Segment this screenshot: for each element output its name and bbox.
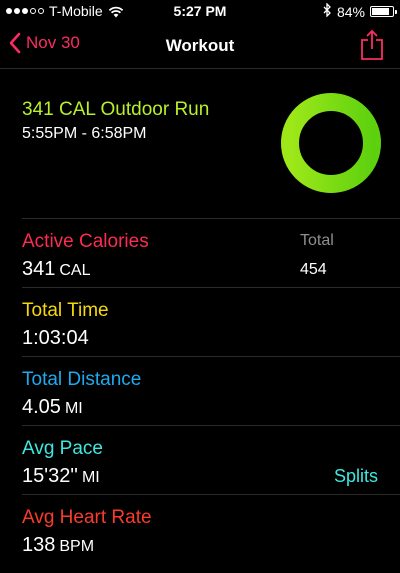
avg-heart-rate-unit: BPM [59, 538, 95, 555]
active-calories-unit: CAL [59, 262, 91, 279]
avg-pace-value: 15'32'' MI [22, 465, 100, 488]
bluetooth-icon [323, 2, 332, 20]
metric-row-avg-heart-rate: Avg Heart Rate 138 BPM [22, 494, 400, 564]
avg-heart-rate-number: 138 [22, 534, 56, 556]
total-distance-unit: MI [64, 400, 83, 417]
share-icon [361, 29, 383, 60]
workout-summary: 341 CAL Outdoor Run 5:55PM - 6:58PM [0, 69, 400, 217]
active-calories-label: Active Calories [22, 231, 149, 252]
total-time-value: 1:03:04 [22, 327, 89, 349]
battery-icon [370, 6, 397, 17]
page-title: Workout [165, 36, 235, 55]
total-distance-number: 4.05 [22, 396, 61, 418]
active-calories-number: 341 [22, 258, 56, 280]
battery-fill [372, 8, 389, 15]
activity-ring-progress [281, 93, 381, 193]
battery-percent: 84% [336, 3, 365, 20]
active-calories-value: 341 CAL [22, 258, 91, 281]
metric-row-total-distance: Total Distance 4.05 MI [22, 356, 400, 426]
workout-title: 341 CAL Outdoor Run [22, 99, 210, 120]
avg-heart-rate-value: 138 BPM [22, 534, 94, 557]
status-bar-right: 84% [323, 2, 397, 20]
avg-heart-rate-label: Avg Heart Rate [22, 507, 152, 528]
metric-row-avg-pace: Avg Pace 15'32'' MI Splits [22, 425, 400, 495]
avg-pace-label: Avg Pace [22, 438, 103, 459]
workout-time-range: 5:55PM - 6:58PM [22, 125, 147, 142]
splits-button[interactable]: Splits [334, 466, 378, 487]
metric-row-active-calories: Active Calories 341 CAL Total 454 [22, 218, 400, 288]
total-distance-label: Total Distance [22, 369, 142, 390]
metric-row-total-time: Total Time 1:03:04 [22, 287, 400, 357]
total-distance-value: 4.05 MI [22, 396, 83, 419]
avg-pace-unit: MI [81, 469, 100, 486]
total-calories-label: Total [300, 232, 334, 249]
share-button[interactable] [360, 29, 384, 61]
activity-ring [281, 93, 381, 193]
total-calories-value: 454 [300, 261, 327, 278]
total-time-label: Total Time [22, 300, 109, 321]
avg-pace-number: 15'32'' [22, 465, 78, 487]
status-bar: T-Mobile 5:27 PM 84% [0, 0, 400, 22]
navigation-bar: Nov 30 Workout [0, 22, 400, 69]
